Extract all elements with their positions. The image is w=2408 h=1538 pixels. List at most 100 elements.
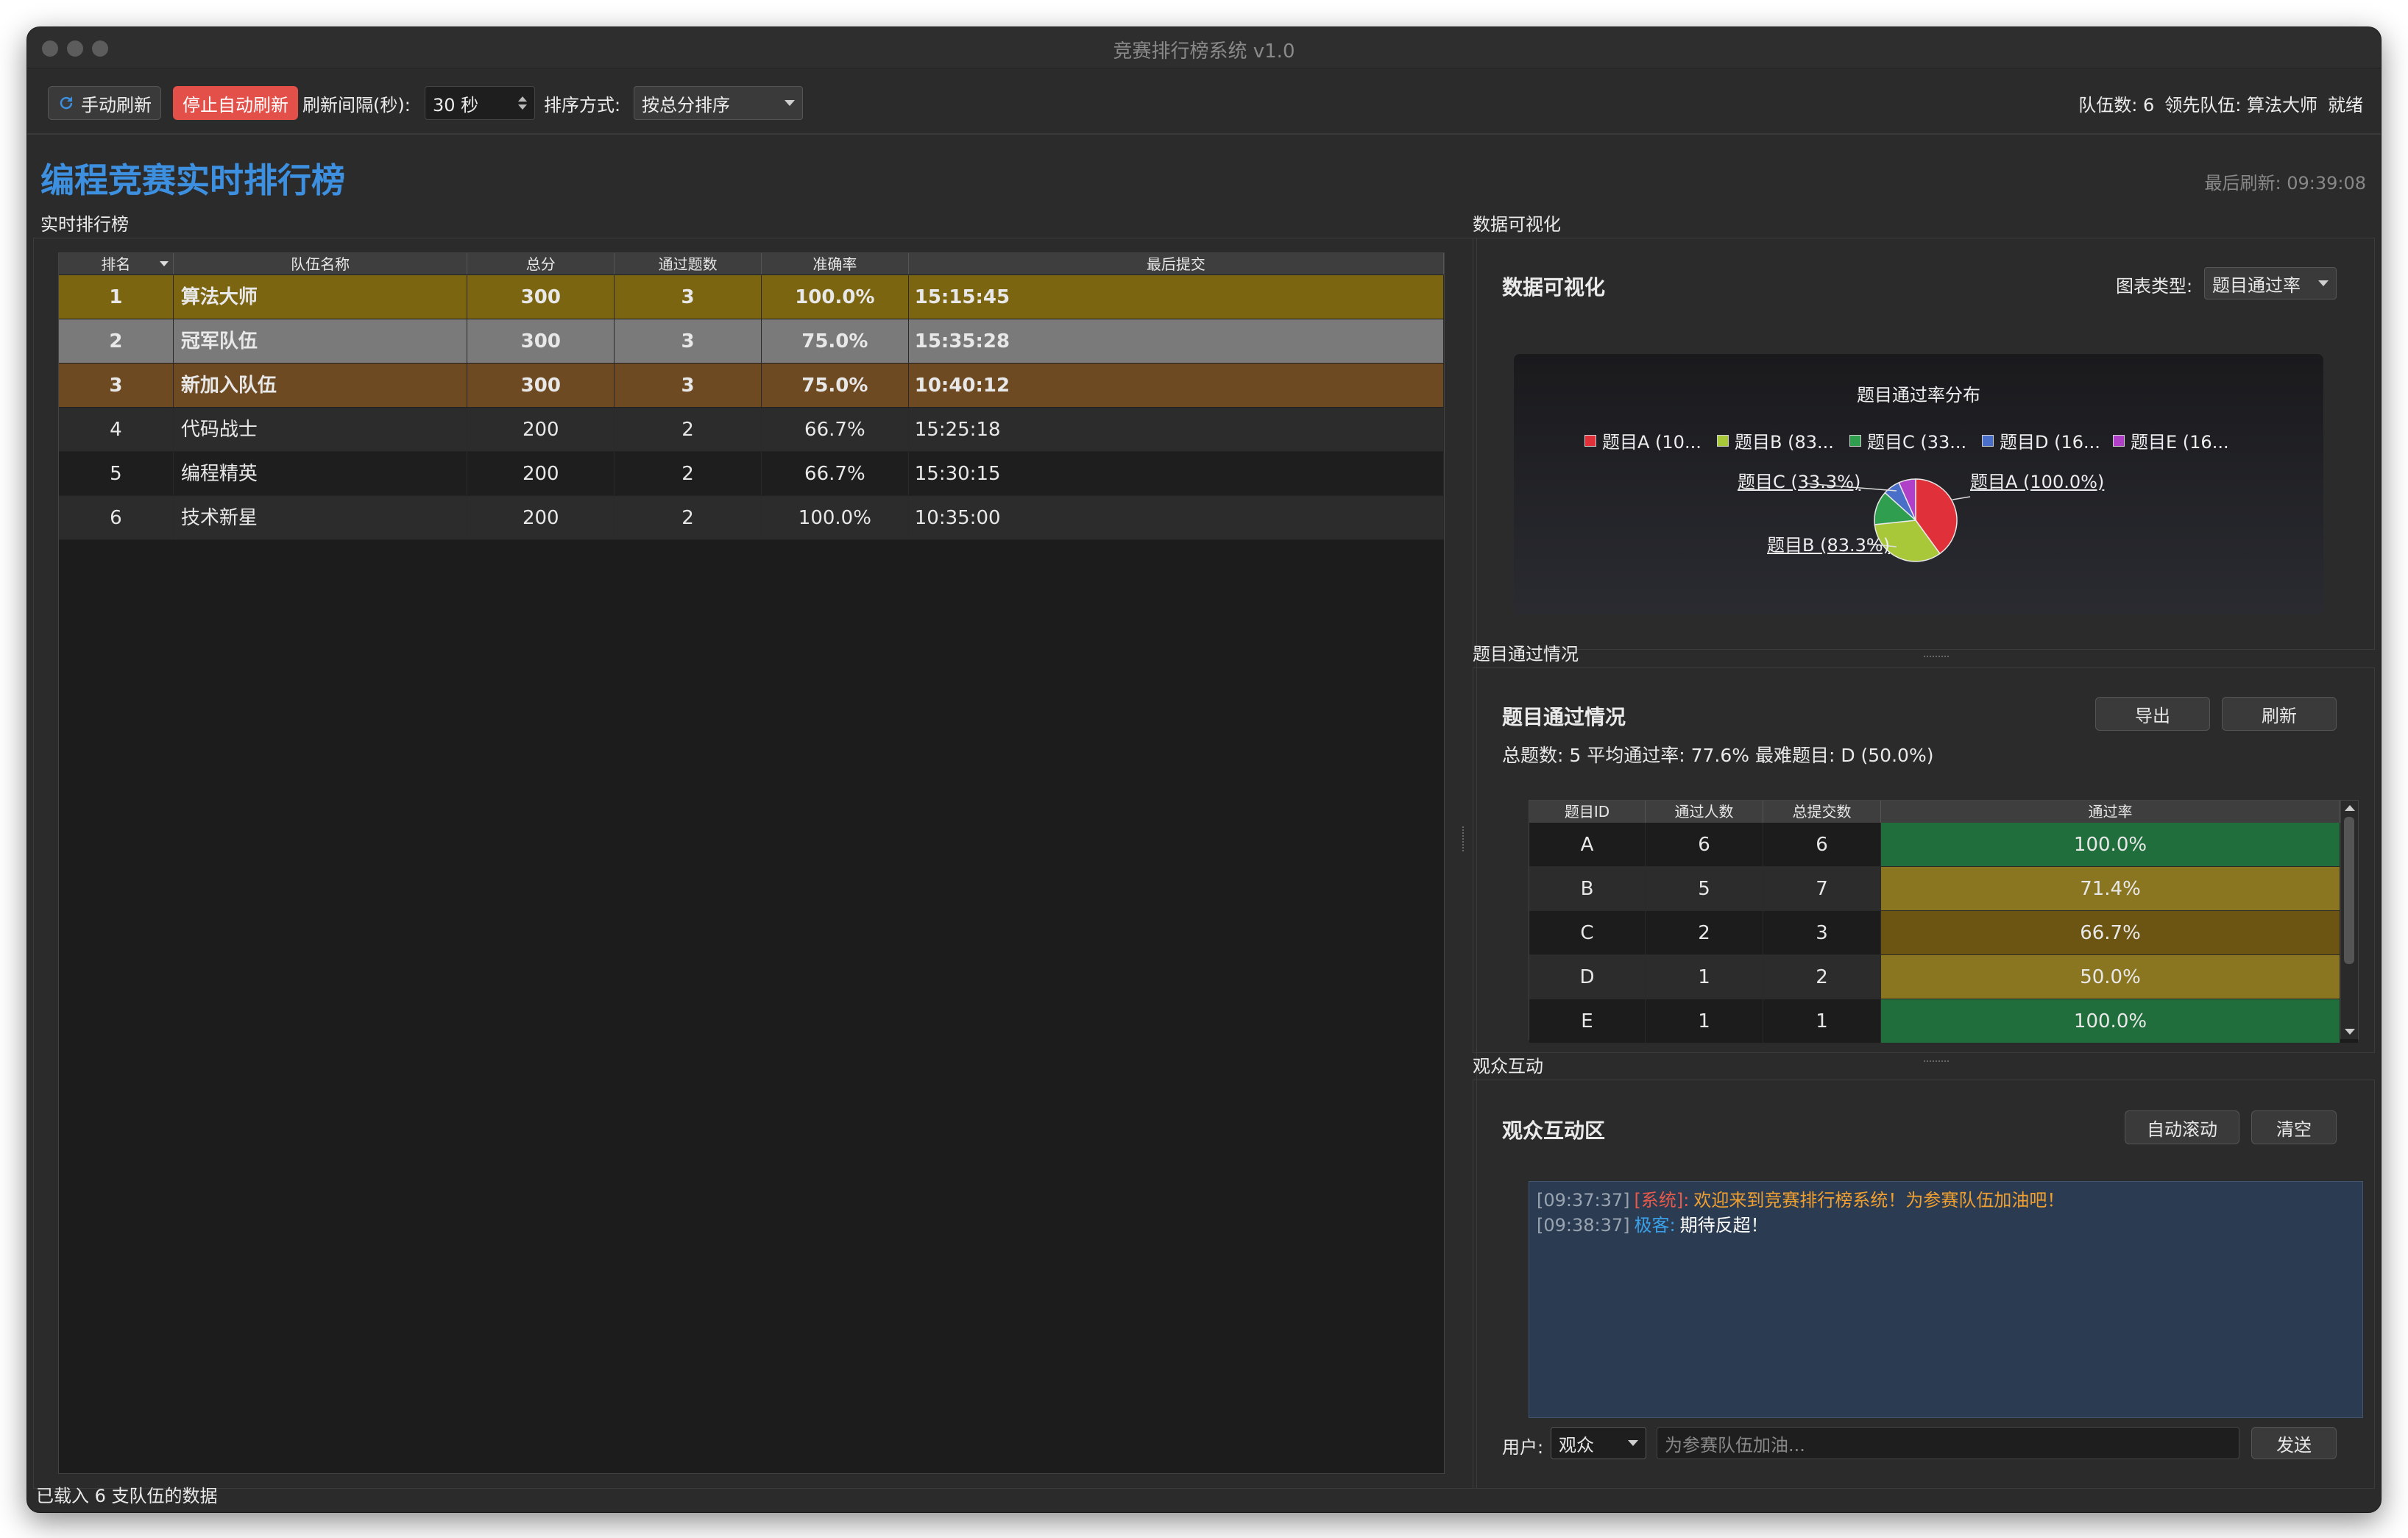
last-refresh-time: 最后刷新: 09:39:08 [2204,173,2366,194]
stop-auto-refresh-button[interactable]: 停止自动刷新 [173,86,298,120]
ranking-table[interactable]: 排名 队伍名称 总分 通过题数 准确率 最后提交 1 算法大师 300 3 100.0%… [58,252,1445,1474]
splitter-handle-2[interactable] [1924,1060,1949,1063]
auto-scroll-button[interactable]: 自动滚动 [2125,1110,2239,1144]
window-title: 竞赛排行榜系统 v1.0 [1113,40,1295,63]
user-label: 用户: [1502,1437,1544,1458]
callout-a: 题目A (100.0%) [1970,472,2105,492]
cell-accuracy: 100.0% [762,275,909,319]
callout-line [1952,496,1971,500]
col-header-pass-rate[interactable]: 通过率 [1881,801,2340,823]
cell-team: 算法大师 [174,275,468,319]
send-button[interactable]: 发送 [2251,1427,2337,1459]
col-header-team[interactable]: 队伍名称 [174,253,468,274]
chat-time: [09:37:37] [1537,1190,1630,1211]
table-row[interactable]: 1 算法大师 300 3 100.0% 15:15:45 [59,275,1444,319]
cell-id: D [1529,955,1646,999]
cell-passed: 2 [1646,911,1763,954]
col-header-score[interactable]: 总分 [467,253,615,274]
problems-table[interactable]: 题目ID 通过人数 总提交数 通过率 A 6 6 100.0% B 5 7 71.4% C 2 3 6… [1529,800,2359,1043]
cell-score: 200 [467,452,615,495]
chat-message: [09:38:37] 极客: 期待反超！ [1537,1213,2355,1238]
sort-combobox[interactable]: 按总分排序 [634,86,803,120]
chat-text: 欢迎来到竞赛排行榜系统！为参赛队伍加油吧！ [1693,1190,2065,1211]
cell-solved: 3 [615,364,762,407]
interval-label: 刷新间隔(秒): [302,94,411,116]
problems-refresh-button[interactable]: 刷新 [2222,697,2337,731]
problems-summary: 总题数: 5 平均通过率: 77.6% 最难题目: D (50.0%) [1502,745,1934,766]
interaction-panel-title: 观众互动区 [1502,1119,1606,1143]
clear-chat-button[interactable]: 清空 [2251,1110,2337,1144]
chat-input[interactable]: 为参赛队伍加油... [1657,1427,2239,1459]
scroll-up-icon[interactable] [2345,805,2355,811]
cell-accuracy: 66.7% [762,408,909,451]
visual-section-label: 数据可视化 [1473,214,1561,235]
col-header-submitted[interactable]: 总提交数 [1763,801,1881,823]
cell-id: C [1529,911,1646,954]
cell-last: 10:40:12 [909,364,1444,407]
col-header-rank[interactable]: 排名 [59,253,174,274]
status-bar: 已载入 6 支队伍的数据 [36,1486,218,1506]
export-button[interactable]: 导出 [2095,697,2210,731]
chat-user: [系统]: [1634,1190,1690,1211]
scroll-thumb[interactable] [2344,817,2354,964]
splitter-handle[interactable] [1924,656,1949,659]
problems-panel-title: 题目通过情况 [1502,705,1626,729]
user-combobox[interactable]: 观众 [1551,1427,1646,1459]
table-row[interactable]: A 6 6 100.0% [1529,823,2358,867]
table-row[interactable]: D 1 2 50.0% [1529,955,2358,999]
col-header-last-submit[interactable]: 最后提交 [909,253,1444,274]
table-row[interactable]: E 1 1 100.0% [1529,999,2358,1043]
table-row[interactable]: B 5 7 71.4% [1529,867,2358,911]
cell-last: 10:35:00 [909,496,1444,539]
cell-solved: 3 [615,319,762,363]
chat-log[interactable]: [09:37:37] [系统]: 欢迎来到竞赛排行榜系统！为参赛队伍加油吧！ [09:… [1529,1181,2363,1418]
chart-type-combobox[interactable]: 题目通过率 [2204,267,2337,300]
table-row[interactable]: 2 冠军队伍 300 3 75.0% 15:35:28 [59,319,1444,364]
cell-team: 冠军队伍 [174,319,468,363]
cell-rank: 3 [59,364,174,407]
cell-rate: 100.0% [1881,823,2340,866]
cell-accuracy: 75.0% [762,364,909,407]
cell-rate: 100.0% [1881,999,2340,1043]
cell-last: 15:30:15 [909,452,1444,495]
col-header-passed[interactable]: 通过人数 [1646,801,1763,823]
callout-b: 题目B (83.3%) [1767,535,1891,556]
table-row[interactable]: 5 编程精英 200 2 66.7% 15:30:15 [59,452,1444,496]
col-header-accuracy[interactable]: 准确率 [762,253,909,274]
problems-table-header: 题目ID 通过人数 总提交数 通过率 [1529,801,2358,823]
chat-time: [09:38:37] [1537,1215,1630,1236]
cell-id: A [1529,823,1646,866]
table-row[interactable]: 3 新加入队伍 300 3 75.0% 10:40:12 [59,364,1444,408]
cell-submitted: 3 [1763,911,1881,954]
toolbar: 手动刷新 停止自动刷新 刷新间隔(秒): 30 秒 排序方式: 按总分排序 队伍… [27,68,2381,135]
chat-message: [09:37:37] [系统]: 欢迎来到竞赛排行榜系统！为参赛队伍加油吧！ [1537,1188,2355,1213]
table-row[interactable]: 6 技术新星 200 2 100.0% 10:35:00 [59,496,1444,540]
cell-submitted: 7 [1763,867,1881,910]
cell-rank: 1 [59,275,174,319]
vertical-splitter-handle[interactable] [1462,826,1465,851]
manual-refresh-button[interactable]: 手动刷新 [48,86,161,120]
toolbar-status: 队伍数: 6 领先队伍: 算法大师 就绪 [2078,86,2363,120]
cell-team: 编程精英 [174,452,468,495]
cell-accuracy: 100.0% [762,496,909,539]
table-row[interactable]: 4 代码战士 200 2 66.7% 15:25:18 [59,408,1444,452]
chevron-down-icon [1628,1440,1638,1446]
title-bar: 竞赛排行榜系统 v1.0 [27,27,2381,68]
spin-arrows-icon[interactable] [518,96,527,110]
problems-scrollbar[interactable] [2340,801,2358,1039]
cell-accuracy: 75.0% [762,319,909,363]
cell-submitted: 2 [1763,955,1881,999]
refresh-icon [60,96,73,110]
interaction-section-label: 观众互动 [1473,1056,1543,1077]
cell-rate: 71.4% [1881,867,2340,910]
problems-section-label: 题目通过情况 [1473,644,1579,665]
cell-last: 15:25:18 [909,408,1444,451]
cell-score: 200 [467,496,615,539]
interval-spinbox[interactable]: 30 秒 [425,86,535,120]
callout-c: 题目C (33.3%) [1738,472,1861,492]
col-header-solved[interactable]: 通过题数 [615,253,762,274]
scroll-down-icon[interactable] [2345,1029,2355,1035]
col-header-problem-id[interactable]: 题目ID [1529,801,1646,823]
cell-score: 300 [467,275,615,319]
table-row[interactable]: C 2 3 66.7% [1529,911,2358,955]
